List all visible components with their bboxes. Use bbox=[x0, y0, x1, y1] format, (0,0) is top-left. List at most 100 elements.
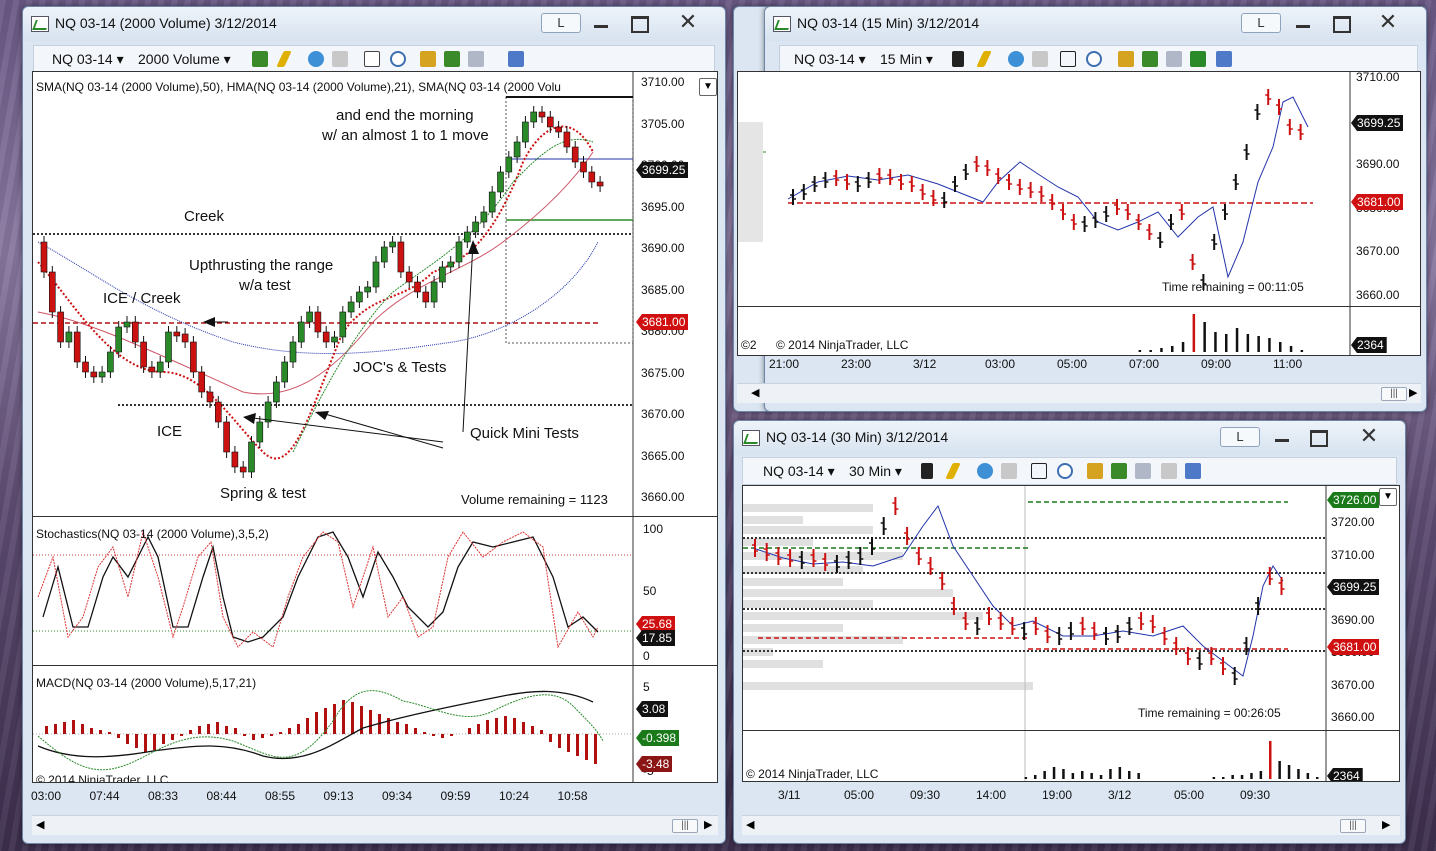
candle-body bbox=[148, 366, 156, 373]
time-tick: 09:30 bbox=[910, 788, 941, 802]
time-tick: 03:00 bbox=[31, 789, 62, 803]
scroll-right-icon[interactable]: ▶ bbox=[1382, 818, 1390, 831]
scroll-thumb[interactable]: ||| bbox=[1340, 819, 1366, 833]
drawing-tool-icon[interactable] bbox=[308, 51, 324, 67]
strategies-icon[interactable] bbox=[1166, 51, 1182, 67]
indicators-icon[interactable] bbox=[1142, 51, 1158, 67]
candle-body bbox=[389, 241, 396, 248]
crosshair-icon[interactable] bbox=[1031, 463, 1047, 479]
scroll-left-icon[interactable]: ◀ bbox=[746, 818, 754, 831]
macd-histogram-bar bbox=[54, 724, 57, 734]
bar-type-icon[interactable] bbox=[952, 51, 964, 67]
volume-panel-15min[interactable]: ©2 © 2014 NinjaTrader, LLC 2364 bbox=[737, 306, 1421, 356]
macd-histogram-bar bbox=[198, 726, 201, 734]
cursor-icon[interactable] bbox=[364, 51, 380, 67]
scroll-right-icon[interactable]: ▶ bbox=[1409, 386, 1417, 399]
link-button[interactable]: L bbox=[541, 13, 581, 33]
bar-type-icon[interactable] bbox=[921, 463, 933, 479]
macd-histogram-bar bbox=[153, 734, 156, 750]
candle-body bbox=[156, 361, 164, 373]
market-analyzer-icon[interactable] bbox=[1161, 463, 1177, 479]
horizontal-scrollbar[interactable]: ◀ ||| ▶ bbox=[737, 383, 1421, 403]
minimize-button[interactable] bbox=[583, 13, 617, 33]
drawing-pencil-icon[interactable] bbox=[976, 51, 992, 67]
instrument-selector[interactable]: NQ 03-14 ▾ bbox=[52, 51, 124, 68]
bar-type-icon[interactable] bbox=[252, 51, 268, 67]
strategies-icon[interactable] bbox=[1135, 463, 1151, 479]
chart-style-icon[interactable] bbox=[1118, 51, 1134, 67]
close-button[interactable]: ✕ bbox=[1371, 11, 1405, 33]
scroll-right-icon[interactable]: ▶ bbox=[704, 818, 712, 831]
stochastics-panel[interactable]: Stochastics(NQ 03-14 (2000 Volume),3,5,2… bbox=[32, 516, 718, 666]
volume-bar bbox=[1181, 342, 1185, 352]
period-selector[interactable]: 15 Min ▾ bbox=[880, 51, 933, 68]
zoom-icon[interactable] bbox=[390, 51, 406, 67]
minimize-button[interactable] bbox=[1285, 13, 1319, 33]
zoom-icon[interactable] bbox=[1086, 51, 1102, 67]
chart-window-15-min[interactable]: NQ 03-14 (15 Min) 3/12/2014 L ✕ NQ 03-14… bbox=[737, 6, 1427, 412]
candle-body bbox=[314, 311, 322, 333]
market-analyzer-icon[interactable] bbox=[1190, 51, 1206, 67]
candle-body bbox=[82, 361, 89, 373]
horizontal-scrollbar[interactable]: ◀ ||| ▶ bbox=[742, 815, 1400, 835]
link-button[interactable]: L bbox=[1220, 427, 1260, 447]
title-bar[interactable]: NQ 03-14 (2000 Volume) 3/12/2014 L ✕ bbox=[23, 7, 725, 41]
maximize-button[interactable] bbox=[1300, 427, 1334, 447]
scroll-left-icon[interactable]: ◀ bbox=[36, 818, 44, 831]
instrument-selector[interactable]: NQ 03-14 ▾ bbox=[763, 463, 835, 480]
horizontal-scrollbar[interactable]: ◀ ||| ▶ bbox=[32, 815, 718, 835]
price-panel[interactable]: SMA(NQ 03-14 (2000 Volume),50), HMA(NQ 0… bbox=[32, 71, 718, 517]
properties-icon[interactable] bbox=[1216, 51, 1232, 67]
close-button[interactable]: ✕ bbox=[671, 11, 705, 33]
macd-histogram-bar bbox=[189, 730, 192, 734]
title-bar[interactable]: NQ 03-14 (15 Min) 3/12/2014 L ✕ bbox=[765, 7, 1426, 41]
price-panel-30min[interactable]: Time remaining = 00:26:05 3720.00 3710.00… bbox=[742, 485, 1400, 731]
time-tick: 21:00 bbox=[769, 357, 800, 371]
macd-histogram-bar bbox=[90, 728, 93, 734]
title-bar[interactable]: NQ 03-14 (30 Min) 3/12/2014 L ✕ bbox=[734, 421, 1405, 455]
macd-histogram-bar bbox=[63, 722, 66, 734]
maximize-button[interactable] bbox=[621, 13, 655, 33]
panel-dropdown-icon[interactable]: ▼ bbox=[1379, 488, 1397, 506]
properties-icon[interactable] bbox=[508, 51, 524, 67]
strategies-icon[interactable] bbox=[468, 51, 484, 67]
link-button[interactable]: L bbox=[1241, 13, 1281, 33]
indicators-icon[interactable] bbox=[444, 51, 460, 67]
panel-dropdown-icon[interactable]: ▼ bbox=[699, 78, 717, 96]
period-selector[interactable]: 30 Min ▾ bbox=[849, 463, 902, 480]
volume-panel-30min[interactable]: © 2014 NinjaTrader, LLC 2364 bbox=[742, 730, 1400, 782]
macd-histogram-bar bbox=[135, 734, 138, 748]
scroll-left-icon[interactable]: ◀ bbox=[751, 386, 759, 399]
chart-window-30-min[interactable]: NQ 03-14 (30 Min) 3/12/2014 L ✕ NQ 03-14… bbox=[733, 420, 1406, 844]
scroll-thumb[interactable]: ||| bbox=[672, 819, 698, 833]
chart-window-2000-volume[interactable]: NQ 03-14 (2000 Volume) 3/12/2014 L ✕ NQ … bbox=[22, 6, 726, 844]
macd-histogram-bar bbox=[585, 734, 588, 760]
price-panel-15min[interactable]: Time remaining = 00:11:05 3710.003700.00… bbox=[737, 71, 1421, 307]
macd-histogram-bar bbox=[522, 722, 525, 734]
zoom-icon[interactable] bbox=[1057, 463, 1073, 479]
macd-panel[interactable]: MACD(NQ 03-14 (2000 Volume),5,17,21) 5 -… bbox=[32, 665, 718, 783]
candle-body bbox=[339, 311, 347, 338]
instrument-selector[interactable]: NQ 03-14 ▾ bbox=[794, 51, 866, 68]
chart-style-icon[interactable] bbox=[1087, 463, 1103, 479]
close-button[interactable]: ✕ bbox=[1352, 425, 1386, 447]
drawing-tool-icon[interactable] bbox=[1008, 51, 1024, 67]
period-selector[interactable]: 2000 Volume ▾ bbox=[138, 51, 231, 68]
macd-histogram-bar bbox=[567, 734, 570, 752]
minimize-button[interactable] bbox=[1264, 427, 1298, 447]
chart-style-icon[interactable] bbox=[420, 51, 436, 67]
copyright: © 2014 NinjaTrader, LLC bbox=[746, 767, 879, 781]
drawing-pencil-icon[interactable] bbox=[945, 463, 961, 479]
drawing-tool-icon[interactable] bbox=[977, 463, 993, 479]
crosshair-icon[interactable] bbox=[1060, 51, 1076, 67]
volume-bar bbox=[1235, 328, 1239, 352]
indicators-icon[interactable] bbox=[1111, 463, 1127, 479]
maximize-button[interactable] bbox=[1323, 13, 1357, 33]
macd-histogram-bar bbox=[351, 702, 354, 734]
macd-histogram-bar bbox=[531, 726, 534, 734]
time-tick: 07:00 bbox=[1129, 357, 1160, 371]
properties-icon[interactable] bbox=[1185, 463, 1201, 479]
scroll-thumb[interactable]: ||| bbox=[1381, 387, 1407, 401]
candle-body bbox=[231, 451, 239, 468]
drawing-pencil-icon[interactable] bbox=[276, 51, 292, 67]
